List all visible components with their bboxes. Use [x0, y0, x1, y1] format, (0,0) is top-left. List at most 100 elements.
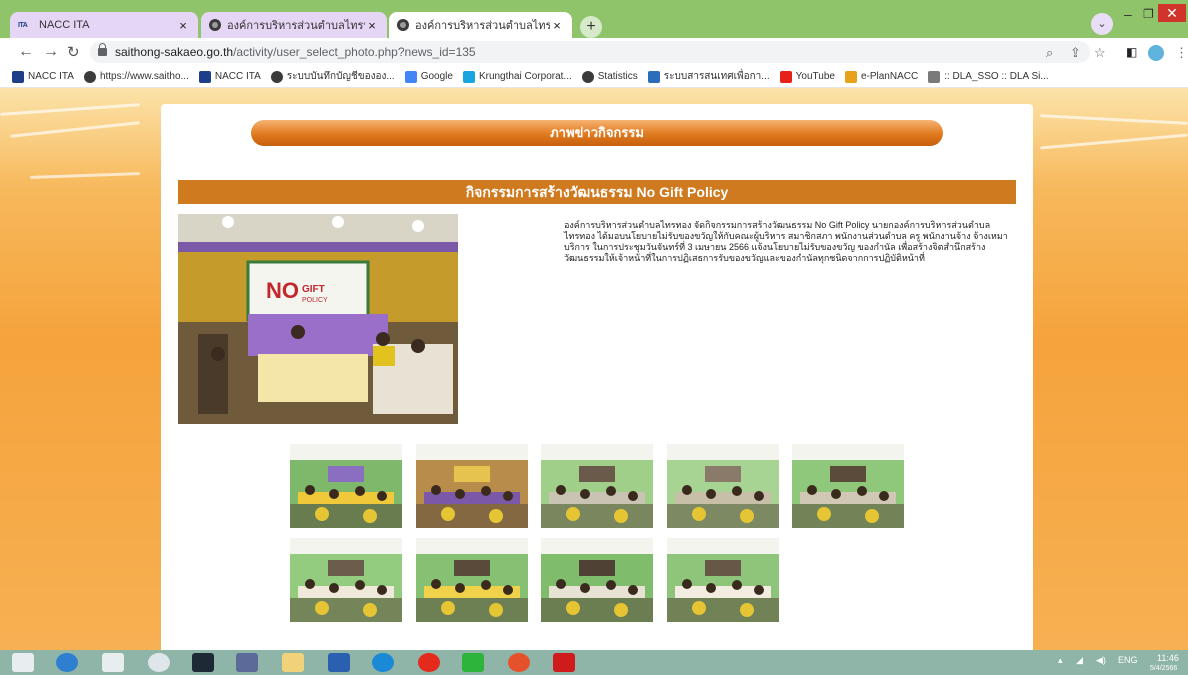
tab-title: องค์การบริหารส่วนตำบลไทรทอง อำเภ	[415, 20, 550, 32]
bookmark-label: ระบบสารสนเทศเพื่อกา...	[663, 71, 770, 82]
bookmark-item[interactable]: e-PlanNACC	[844, 70, 919, 83]
content-panel: ภาพข่าวกิจกรรม กิจกรรมการสร้างวัฒนธรรม N…	[161, 104, 1033, 650]
windows-taskbar: ▴ ◢ ◀) ENG 11:46 5/4/2566	[0, 650, 1188, 675]
network-icon[interactable]: ◢	[1076, 655, 1083, 666]
photo-thumbnail[interactable]	[541, 538, 653, 622]
close-icon[interactable]: ×	[176, 18, 190, 33]
ita-icon	[12, 70, 24, 83]
folder-icon[interactable]	[282, 653, 304, 672]
address-bar[interactable]: saithong-sakaeo.go.th/activity/user_sele…	[90, 41, 1090, 63]
bookmark-item[interactable]: ระบบบันทึกบัญชีขององ...	[270, 69, 395, 84]
tab-saithong-active[interactable]: องค์การบริหารส่วนตำบลไทรทอง อำเภ ×	[389, 12, 572, 38]
store-icon[interactable]	[102, 653, 124, 672]
decor-swirl	[29, 172, 141, 179]
back-icon[interactable]: ←	[18, 43, 34, 61]
bookmark-label: NACC ITA	[214, 71, 261, 82]
close-icon[interactable]: ×	[550, 18, 564, 33]
globe-icon	[270, 70, 283, 83]
drive-icon[interactable]	[148, 653, 170, 672]
bookmark-item[interactable]: ระบบสารสนเทศเพื่อกา...	[647, 69, 770, 84]
reload-icon[interactable]: ↻	[67, 43, 80, 61]
side-panel-icon[interactable]: ◧	[1126, 45, 1137, 59]
ie-icon[interactable]	[56, 653, 78, 672]
zoom-icon[interactable]: ⌕	[1046, 45, 1053, 61]
decor-swirl	[1040, 114, 1188, 125]
edge-icon[interactable]	[372, 653, 394, 672]
word-icon[interactable]	[328, 653, 350, 672]
photo-thumbnail[interactable]	[541, 444, 653, 528]
new-tab-button[interactable]: +	[580, 16, 602, 38]
bookmark-label: NACC ITA	[28, 71, 74, 82]
ita-icon: ITA	[18, 21, 28, 29]
svg-text:GIFT: GIFT	[302, 284, 325, 295]
globe-icon	[83, 70, 96, 83]
news-title: กิจกรรมการสร้างวัฒนธรรม No Gift Policy	[178, 180, 1016, 204]
ita-icon	[198, 70, 211, 83]
bookmark-item[interactable]: NACC ITA	[198, 70, 261, 83]
photo-thumbnail[interactable]	[290, 538, 402, 622]
eplan-icon	[844, 70, 857, 83]
chrome-icon[interactable]	[508, 653, 530, 672]
tray-arrow-icon[interactable]: ▴	[1058, 655, 1063, 666]
menu-icon[interactable]: ⋮	[1175, 45, 1188, 61]
bookmark-item[interactable]: Google	[404, 70, 453, 83]
url-path: /activity/user_select_photo.php?news_id=…	[233, 45, 476, 59]
bookmark-item[interactable]: :: DLA_SSO :: DLA Si...	[928, 70, 1049, 83]
decor-swirl	[1040, 133, 1188, 150]
krungthai-icon	[462, 70, 475, 83]
tab-nacc-ita[interactable]: ITA NACC ITA ×	[10, 12, 198, 38]
forward-icon[interactable]: →	[43, 43, 59, 61]
photo-thumbnail[interactable]	[415, 444, 528, 528]
volume-icon[interactable]: ◀)	[1096, 655, 1106, 666]
globe-icon	[209, 19, 221, 31]
bookmark-item[interactable]: Statistics	[581, 70, 638, 83]
tab-search-icon[interactable]: ⌄	[1091, 13, 1113, 35]
globe-icon	[581, 70, 594, 83]
lock-icon	[98, 43, 107, 56]
browser-tab-strip: ITA NACC ITA × องค์การบริหารส่วนตำบลไทรท…	[0, 0, 1188, 38]
bookmark-label: YouTube	[795, 71, 835, 82]
page-background: ภาพข่าวกิจกรรม กิจกรรมการสร้างวัฒนธรรม N…	[0, 88, 1188, 650]
opera-icon[interactable]	[418, 653, 440, 672]
mail-icon[interactable]	[236, 653, 258, 672]
google-icon	[404, 70, 417, 83]
photo-thumbnail[interactable]	[290, 444, 402, 528]
close-icon[interactable]: ×	[365, 18, 379, 33]
photo-thumbnail[interactable]	[666, 444, 779, 528]
minimize-icon[interactable]: –	[1124, 6, 1132, 22]
clock-date[interactable]: 5/4/2566	[1150, 665, 1177, 672]
tab-title: NACC ITA	[39, 19, 90, 31]
app-icon	[647, 70, 660, 83]
bookmark-label: e-PlanNACC	[860, 71, 919, 82]
globe-icon	[397, 19, 409, 31]
bookmark-item[interactable]: https://www.saitho...	[83, 70, 189, 83]
share-icon[interactable]: ⇪	[1070, 45, 1081, 61]
bookmark-label: ระบบบันทึกบัญชีขององ...	[286, 71, 395, 82]
language-indicator[interactable]: ENG	[1118, 655, 1138, 665]
bookmark-item[interactable]: YouTube	[779, 70, 835, 83]
windows-start-icon[interactable]	[12, 653, 34, 672]
line-icon[interactable]	[462, 653, 484, 672]
bookmark-item[interactable]: NACC ITA	[12, 70, 74, 83]
section-title: ภาพข่าวกิจกรรม	[251, 120, 943, 146]
clock-time[interactable]: 11:46	[1157, 653, 1179, 663]
decor-swirl	[0, 103, 140, 116]
tab-title: องค์การบริหารส่วนตำบลไทรทอง อำเภ	[227, 20, 365, 32]
svg-text:POLICY: POLICY	[302, 297, 328, 304]
bookmark-star-icon[interactable]: ☆	[1094, 45, 1106, 61]
photo-thumbnail[interactable]	[666, 538, 779, 622]
youtube-icon	[779, 70, 792, 83]
maximize-icon[interactable]: ❐	[1143, 7, 1154, 21]
profile-avatar[interactable]	[1148, 45, 1164, 64]
tab-saithong-1[interactable]: องค์การบริหารส่วนตำบลไทรทอง อำเภ ×	[201, 12, 387, 38]
bookmark-label: :: DLA_SSO :: DLA Si...	[944, 71, 1049, 82]
bookmark-label: Krungthai Corporat...	[478, 71, 572, 82]
photo-thumbnail[interactable]	[415, 538, 528, 622]
window-close-button[interactable]: ✕	[1158, 4, 1186, 22]
browser-toolbar: ← → ↻ saithong-sakaeo.go.th/activity/use…	[0, 38, 1188, 66]
bookmark-item[interactable]: Krungthai Corporat...	[462, 70, 572, 83]
pdf-icon[interactable]	[553, 653, 575, 672]
app-icon[interactable]	[192, 653, 214, 672]
main-photo[interactable]: NO GIFT POLICY	[178, 214, 458, 424]
photo-thumbnail[interactable]	[792, 444, 904, 528]
